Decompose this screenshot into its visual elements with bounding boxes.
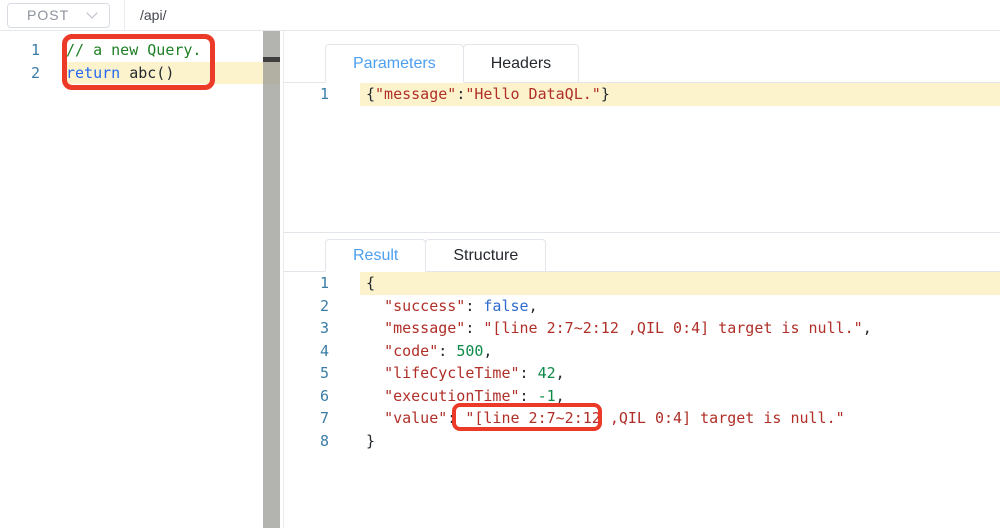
editor-scrollbar-thumb[interactable] <box>263 57 280 62</box>
request-panel: Parameters Headers 1 {"message":"Hello Dat… <box>284 31 1000 232</box>
code-text: "lifeCycleTime": 42, <box>384 364 565 382</box>
request-body-editor[interactable]: 1 {"message":"Hello DataQL."} <box>284 83 1000 106</box>
tab-structure[interactable]: Structure <box>425 239 547 271</box>
code-text: "value": "[line 2:7~2:12 ,QIL 0:4] targe… <box>384 409 845 427</box>
code-line: 6 "executionTime": -1, <box>284 385 1000 408</box>
query-editor-pane: 1 // a new Query. 2 return abc() <box>0 31 280 528</box>
response-tabs: Result Structure <box>284 239 1000 272</box>
line-number: 3 <box>319 319 329 337</box>
code-text: { <box>366 274 376 292</box>
code-line: 7 "value": "[line 2:7~2:12 ,QIL 0:4] tar… <box>284 407 1000 430</box>
code-text: "code": 500, <box>384 341 493 360</box>
line-number: 4 <box>319 341 329 360</box>
code-line: 1{ <box>284 272 1000 295</box>
response-body-viewer: 1{2 "success": false, 3 "message": "[line… <box>284 272 1000 452</box>
line-number: 8 <box>319 431 329 450</box>
code-line: 5 "lifeCycleTime": 42, <box>284 362 1000 385</box>
code-line: 4 "code": 500, <box>284 340 1000 363</box>
code-line: 3 "message": "[line 2:7~2:12 ,QIL 0:4] t… <box>284 317 1000 340</box>
method-select[interactable]: POST <box>7 2 110 28</box>
topbar-divider <box>124 0 125 30</box>
line-number: 1 <box>30 41 40 59</box>
code-line: 8} <box>284 430 1000 453</box>
line-number: 2 <box>319 296 329 315</box>
line-number: 2 <box>30 63 40 82</box>
query-editor[interactable]: 1 // a new Query. 2 return abc() <box>0 31 280 84</box>
tab-headers[interactable]: Headers <box>462 44 580 82</box>
line-number: 6 <box>319 386 329 405</box>
code-text: "executionTime": -1, <box>384 386 565 405</box>
chevron-down-icon <box>86 7 98 19</box>
response-panel: Result Structure 1{2 "success": false, 3 "… <box>284 232 1000 528</box>
topbar: POST /api/ <box>0 0 1000 31</box>
code-text: "success": false, <box>384 296 538 315</box>
code-text: // a new Query. <box>66 41 202 59</box>
code-text: "message": "[line 2:7~2:12 ,QIL 0:4] tar… <box>384 319 872 337</box>
line-number: 1 <box>319 274 329 292</box>
line-number: 5 <box>319 364 329 382</box>
editor-scrollbar[interactable] <box>263 31 280 528</box>
tab-result[interactable]: Result <box>325 239 427 272</box>
main-area: 1 // a new Query. 2 return abc() Parameters… <box>0 31 1000 528</box>
code-line: 1 // a new Query. <box>0 39 280 62</box>
method-label: POST <box>27 7 70 23</box>
code-line: 2 "success": false, <box>284 295 1000 318</box>
code-text: } <box>366 431 376 450</box>
request-tabs: Parameters Headers <box>284 44 1000 83</box>
code-line: 2 return abc() <box>0 61 280 84</box>
code-text: {"message":"Hello DataQL."} <box>366 85 610 103</box>
right-region: Parameters Headers 1 {"message":"Hello Dat… <box>283 31 1000 528</box>
tab-parameters[interactable]: Parameters <box>325 44 464 83</box>
url-input[interactable]: /api/ <box>140 7 166 23</box>
line-number: 1 <box>319 85 329 103</box>
line-number: 7 <box>319 409 329 427</box>
code-line: 1 {"message":"Hello DataQL."} <box>284 83 1000 106</box>
code-text: return abc() <box>66 63 175 82</box>
